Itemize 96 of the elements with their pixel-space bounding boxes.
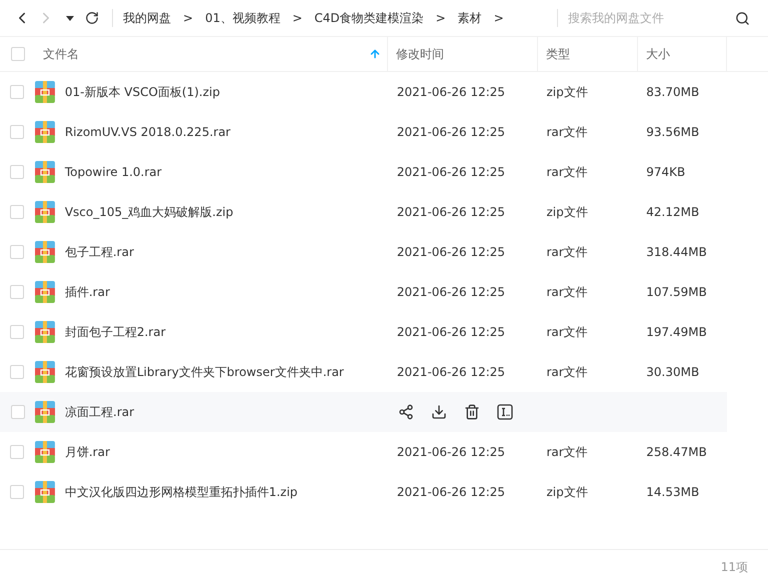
size-cell-text: 42.12MB [645,205,700,219]
row-checkbox[interactable] [10,125,24,139]
size-cell-text: 197.49MB [645,325,708,339]
file-name[interactable]: 01-新版本 VSCO面板(1).zip [64,84,389,100]
column-header[interactable]: 类型 [538,37,638,71]
type-cell-text: rar文件 [546,364,589,380]
rename-icon[interactable] [497,404,513,420]
row-checkbox[interactable] [10,485,24,499]
date-cell-text: 2021-06-26 12:25 [396,85,506,99]
date-cell-text: 2021-06-26 12:25 [396,445,506,459]
file-row[interactable]: 花窗预设放置Library文件夹下browser文件夹中.rar 2021-06-26 12:25 rar文件 30.30MB [0,352,727,392]
dropdown-icon[interactable] [66,16,74,20]
archive-icon [34,241,55,263]
row-checkbox[interactable] [10,405,24,419]
size-cell-text: 83.70MB [645,85,700,99]
date-cell-text: 2021-06-26 12:25 [396,205,506,219]
size-cell-text: 318.44MB [645,245,708,259]
file-row[interactable]: 凉面工程.rar [0,392,727,432]
file-name[interactable]: Vsco_105_鸡血大妈破解版.zip [64,204,389,220]
date-cell-text: 2021-06-26 12:25 [396,245,506,259]
archive-icon [34,121,55,143]
row-checkbox[interactable] [10,325,24,339]
file-name[interactable]: 凉面工程.rar [65,404,390,420]
file-name[interactable]: 包子工程.rar [64,244,389,260]
archive-icon [34,161,55,183]
share-icon[interactable] [398,404,414,420]
file-name[interactable]: Topowire 1.0.rar [64,165,389,179]
file-row[interactable]: 中文汉化版四边形网格模型重拓扑插件1.zip 2021-06-26 12:25 zip文件 14.53MB [0,472,727,512]
date-cell-text: 2021-06-26 12:25 [396,125,506,139]
breadcrumb-separator: > [494,11,504,25]
date-cell-text: 2021-06-26 12:25 [396,365,506,379]
breadcrumb-link[interactable]: 我的网盘 [123,10,171,26]
breadcrumb-link[interactable]: C4D食物类建模渲染 [314,10,424,26]
archive-icon [34,81,55,103]
file-name[interactable]: 插件.rar [64,284,389,300]
file-row[interactable]: Vsco_105_鸡血大妈破解版.zip 2021-06-26 12:25 zip文件 42.12MB [0,192,727,232]
row-checkbox[interactable] [10,245,24,259]
size-cell-text: 974KB [645,165,686,179]
row-checkbox[interactable] [10,165,24,179]
size-cell-text: 107.59MB [645,285,708,299]
archive-icon [34,281,55,303]
breadcrumb-link[interactable]: 01、视频教程 [205,10,280,26]
breadcrumb-separator: > [436,11,446,25]
date-cell-text: 2021-06-26 12:25 [396,325,506,339]
column-header[interactable]: 修改时间 [388,37,538,71]
type-cell-text: rar文件 [546,244,589,260]
file-name[interactable]: 中文汉化版四边形网格模型重拓扑插件1.zip [64,484,389,500]
file-name[interactable]: 月饼.rar [64,444,389,460]
date-cell-text: 2021-06-26 12:25 [396,485,506,499]
file-row[interactable]: 月饼.rar 2021-06-26 12:25 rar文件 258.47MB [0,432,727,472]
delete-icon[interactable] [464,404,480,420]
type-cell-text: zip文件 [546,484,589,500]
breadcrumb-separator: > [183,11,194,25]
archive-icon [34,481,55,503]
type-cell-text: rar文件 [546,324,589,340]
type-cell-text: zip文件 [546,204,589,220]
row-checkbox[interactable] [10,365,24,379]
date-cell-text: 2021-06-26 12:25 [396,285,506,299]
breadcrumb-separator: > [292,11,302,25]
file-row[interactable]: Topowire 1.0.rar 2021-06-26 12:25 rar文件 974KB [0,152,727,192]
file-name[interactable]: RizomUV.VS 2018.0.225.rar [64,125,389,139]
archive-icon [35,401,55,423]
type-cell-text: rar文件 [546,444,589,460]
column-header[interactable]: 文件名 [35,37,388,71]
row-checkbox[interactable] [10,285,24,299]
refresh-icon[interactable] [85,11,99,25]
file-row[interactable]: RizomUV.VS 2018.0.225.rar 2021-06-26 12:25 rar文件 93.56MB [0,112,727,152]
archive-icon [34,441,55,463]
file-row[interactable]: 01-新版本 VSCO面板(1).zip 2021-06-26 12:25 zip文件 83.70MB [0,72,727,112]
type-cell-text: rar文件 [546,124,589,140]
archive-icon [34,361,55,383]
size-cell-text: 14.53MB [645,485,700,499]
breadcrumb-link[interactable]: 素材 [458,10,482,26]
item-count: 11项 [720,558,748,576]
archive-icon [34,321,55,343]
select-all-checkbox[interactable] [10,47,24,61]
type-cell-text: rar文件 [546,164,589,180]
row-checkbox[interactable] [10,205,24,219]
type-cell-text: rar文件 [546,284,589,300]
row-checkbox[interactable] [10,85,24,99]
download-icon[interactable] [431,404,447,420]
file-row[interactable]: 包子工程.rar 2021-06-26 12:25 rar文件 318.44MB [0,232,727,272]
date-cell-text: 2021-06-26 12:25 [396,165,506,179]
column-header[interactable]: 大小 [638,37,727,71]
file-row[interactable]: 插件.rar 2021-06-26 12:25 rar文件 107.59MB [0,272,727,312]
file-name[interactable]: 封面包子工程2.rar [64,324,389,340]
search-icon[interactable] [735,10,750,26]
size-cell-text: 30.30MB [645,365,700,379]
size-cell-text: 93.56MB [645,125,700,139]
file-name[interactable]: 花窗预设放置Library文件夹下browser文件夹中.rar [64,364,389,380]
archive-icon [34,201,55,223]
file-row[interactable]: 封面包子工程2.rar 2021-06-26 12:25 rar文件 197.49MB [0,312,727,352]
size-cell-text: 258.47MB [645,445,708,459]
sort-icon [369,48,381,60]
type-cell-text: zip文件 [546,84,589,100]
row-checkbox[interactable] [10,445,24,459]
